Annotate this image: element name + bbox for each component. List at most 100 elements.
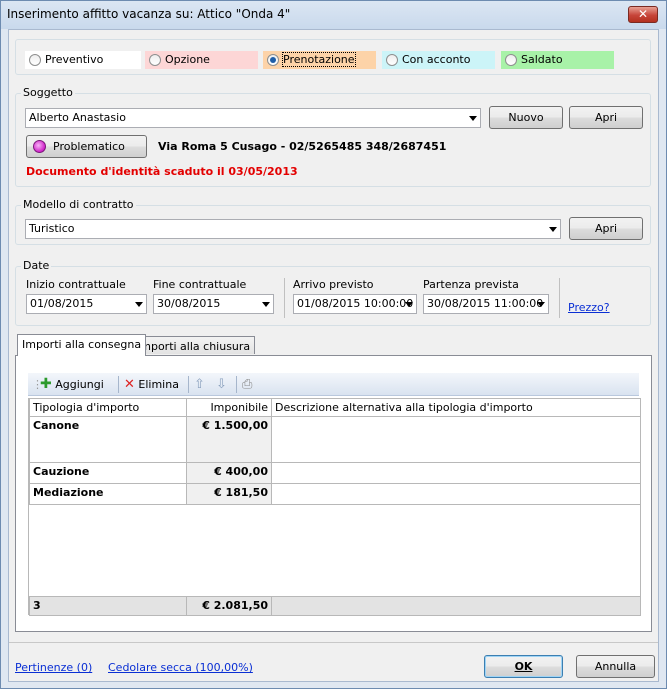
toolbar-separator	[188, 376, 189, 393]
radio-circle	[386, 54, 398, 66]
end-date-value: 30/08/2015	[157, 297, 221, 310]
total-amount: € 2.081,50	[186, 596, 272, 616]
window-title: Inserimento affitto vacanza su: Attico "…	[7, 7, 291, 21]
warning-dot-icon	[33, 140, 46, 153]
move-down-icon[interactable]: ⇩	[216, 376, 227, 393]
column-header-type[interactable]: Tipologia d'importo	[29, 399, 187, 417]
chevron-down-icon	[537, 302, 545, 307]
radio-circle-selected	[267, 54, 279, 66]
delete-button[interactable]: ✕ Elimina	[124, 376, 179, 393]
dialog-window: Inserimento affitto vacanza su: Attico "…	[0, 0, 667, 689]
row-amount[interactable]: € 400,00	[186, 462, 272, 484]
column-header-description[interactable]: Descrizione alternativa alla tipologia d…	[271, 399, 641, 417]
amounts-grid: Tipologia d'importo Imponibile Descrizio…	[28, 398, 641, 616]
date-group-title: Date	[21, 259, 52, 272]
modello-combo[interactable]: Turistico	[25, 219, 561, 239]
row-amount[interactable]: € 1.500,00	[186, 416, 272, 463]
status-label: Opzione	[165, 53, 210, 66]
problematico-label: Problematico	[53, 140, 125, 153]
soggetto-group-title: Soggetto	[21, 86, 75, 99]
table-row[interactable]: Mediazione € 181,50	[29, 483, 641, 505]
column-header-amount[interactable]: Imponibile	[186, 399, 272, 417]
tab-importi-chiusura[interactable]: Importi alla chiusura	[132, 336, 256, 354]
add-button[interactable]: ✚ Aggiungi	[40, 376, 104, 393]
table-header-row: Tipologia d'importo Imponibile Descrizio…	[29, 399, 641, 417]
radio-circle	[29, 54, 41, 66]
modello-open-button[interactable]: Apri	[569, 217, 643, 240]
close-icon: ✕	[637, 7, 649, 21]
status-option-prenotazione[interactable]: Prenotazione	[263, 51, 376, 69]
status-option-preventivo[interactable]: Preventivo	[25, 51, 141, 69]
title-bar[interactable]: Inserimento affitto vacanza su: Attico "…	[1, 1, 666, 29]
date-divider	[284, 278, 285, 318]
soggetto-address: Via Roma 5 Cusago - 02/5265485 348/26874…	[158, 140, 447, 153]
chevron-down-icon	[405, 302, 413, 307]
date-divider	[559, 278, 560, 318]
radio-circle	[505, 54, 517, 66]
plus-icon: ✚	[40, 376, 52, 392]
table-footer-row: 3 € 2.081,50	[29, 596, 641, 616]
delete-x-icon: ✕	[124, 377, 135, 392]
arrival-picker[interactable]: 01/08/2015 10:00:00	[293, 294, 417, 314]
toolbar-separator	[236, 376, 237, 393]
amounts-toolbar: ⋮ ✚ Aggiungi ✕ Elimina ⇧ ⇩ ⎙	[28, 373, 639, 396]
problematico-button[interactable]: Problematico	[26, 135, 147, 158]
move-up-icon[interactable]: ⇧	[194, 376, 205, 393]
arrival-label: Arrivo previsto	[293, 278, 374, 291]
departure-value: 30/08/2015 11:00:00	[427, 297, 544, 310]
row-description[interactable]	[271, 462, 641, 484]
status-label: Prenotazione	[282, 52, 356, 67]
row-type[interactable]: Mediazione	[29, 483, 187, 505]
radio-circle	[149, 54, 161, 66]
row-type[interactable]: Canone	[29, 416, 187, 463]
ok-button[interactable]: OK	[484, 655, 563, 678]
row-count: 3	[29, 596, 187, 616]
dialog-body: Preventivo Opzione Prenotazione Con acco…	[8, 29, 659, 682]
status-label: Con acconto	[402, 53, 471, 66]
row-description[interactable]	[271, 416, 641, 463]
cedolare-link[interactable]: Cedolare secca (100,00%)	[108, 661, 253, 674]
amounts-footer: 3 € 2.081,50	[29, 596, 641, 616]
start-date-label: Inizio contrattuale	[26, 278, 126, 291]
soggetto-new-button[interactable]: Nuovo	[489, 106, 563, 129]
price-link[interactable]: Prezzo?	[568, 301, 610, 314]
chevron-down-icon	[549, 227, 557, 232]
tab-importi-consegna[interactable]: Importi alla consegna	[17, 334, 147, 356]
document-warning: Documento d'identità scaduto il 03/05/20…	[26, 165, 298, 178]
status-option-saldato[interactable]: Saldato	[501, 51, 614, 69]
start-date-picker[interactable]: 01/08/2015	[26, 294, 147, 314]
departure-picker[interactable]: 30/08/2015 11:00:00	[423, 294, 549, 314]
table-row[interactable]: Cauzione € 400,00	[29, 462, 641, 484]
status-option-opzione[interactable]: Opzione	[145, 51, 258, 69]
amounts-table: Tipologia d'importo Imponibile Descrizio…	[29, 399, 641, 505]
end-date-picker[interactable]: 30/08/2015	[153, 294, 274, 314]
modello-value: Turistico	[29, 222, 75, 235]
soggetto-open-button[interactable]: Apri	[569, 106, 643, 129]
tab-panel: ⋮ ✚ Aggiungi ✕ Elimina ⇧ ⇩ ⎙ Tipologia d…	[15, 355, 652, 632]
row-description[interactable]	[271, 483, 641, 505]
footer-empty-cell	[271, 596, 641, 616]
end-date-label: Fine contrattuale	[153, 278, 247, 291]
soggetto-combo[interactable]: Alberto Anastasio	[25, 108, 481, 128]
close-button[interactable]: ✕	[628, 6, 658, 23]
bottom-divider	[9, 642, 658, 643]
soggetto-value: Alberto Anastasio	[29, 111, 126, 124]
cancel-button[interactable]: Annulla	[576, 655, 655, 678]
toolbar-separator	[118, 376, 119, 393]
status-label: Preventivo	[45, 53, 104, 66]
chevron-down-icon	[135, 302, 143, 307]
pertinenze-link[interactable]: Pertinenze (0)	[15, 661, 92, 674]
status-option-con-acconto[interactable]: Con acconto	[382, 51, 495, 69]
status-label: Saldato	[521, 53, 563, 66]
start-date-value: 01/08/2015	[30, 297, 94, 310]
chevron-down-icon	[262, 302, 270, 307]
row-amount[interactable]: € 181,50	[186, 483, 272, 505]
status-group: Preventivo Opzione Prenotazione Con acco…	[15, 39, 651, 75]
table-row[interactable]: Canone € 1.500,00	[29, 416, 641, 463]
departure-label: Partenza prevista	[423, 278, 519, 291]
print-icon[interactable]: ⎙	[242, 376, 252, 393]
chevron-down-icon	[469, 116, 477, 121]
arrival-value: 01/08/2015 10:00:00	[297, 297, 414, 310]
row-type[interactable]: Cauzione	[29, 462, 187, 484]
modello-group-title: Modello di contratto	[21, 198, 136, 211]
